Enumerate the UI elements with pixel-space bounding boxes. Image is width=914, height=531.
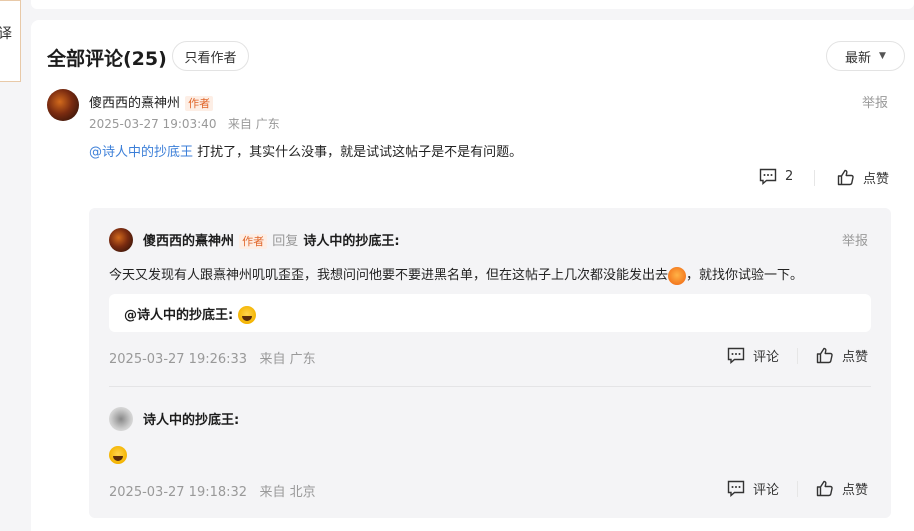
like-label: 点赞 [842, 350, 869, 365]
comment-author[interactable]: 傻西西的熹神州 [89, 96, 180, 111]
reply-author-line: 诗人中的抄底王: [143, 409, 239, 428]
reply-location: 来自 北京 [259, 485, 316, 500]
side-panel-text: 译 [0, 26, 12, 42]
action-divider [797, 481, 798, 497]
reply-divider [109, 386, 871, 387]
thumbs-up-icon [837, 169, 854, 186]
reply-text [109, 444, 127, 464]
like-button[interactable]: 点赞 [816, 346, 868, 365]
comment-label: 评论 [753, 483, 780, 498]
angry-emoji-icon [668, 266, 687, 285]
comment-author-line: 傻西西的熹神州 作者 [89, 92, 214, 111]
reply-body: 今天又发现有人跟熹神州叽叽歪歪，我想问问他要不要进黑名单，但在这帖子上几次都没能… [109, 268, 669, 283]
reply-word: 回复 [272, 234, 299, 249]
comments-title: 全部评论(25) [47, 48, 167, 70]
reply-location: 来自 广东 [259, 352, 316, 367]
reply-time: 2025-03-27 19:26:33 [109, 352, 248, 367]
report-link[interactable]: 举报 [862, 92, 888, 111]
sort-label: 最新 [845, 50, 872, 66]
like-button[interactable]: 点赞 [816, 479, 868, 498]
reply-text: 今天又发现有人跟熹神州叽叽歪歪，我想问问他要不要进黑名单，但在这帖子上几次都没能… [109, 264, 803, 285]
thumbs-up-icon [816, 347, 833, 364]
like-label: 点赞 [842, 483, 869, 498]
comment-meta: 2025-03-27 19:03:40 来自 广东 [89, 115, 280, 132]
reply-author-line: 傻西西的熹神州 作者 回复 诗人中的抄底王: [143, 230, 400, 249]
avatar[interactable] [109, 407, 133, 431]
previous-card [31, 0, 914, 9]
author-only-button[interactable]: 只看作者 [172, 41, 249, 71]
author-badge: 作者 [185, 96, 214, 111]
comment-time: 2025-03-27 19:03:40 [89, 117, 217, 131]
reply-count: 2 [785, 169, 794, 184]
like-button[interactable]: 点赞 [837, 168, 889, 187]
comment-button[interactable]: 评论 [727, 479, 779, 498]
comment-button[interactable]: 评论 [727, 346, 779, 365]
quoted-comment[interactable]: @诗人中的抄底王: [109, 294, 871, 332]
mention-link[interactable]: @诗人中的抄底王 [89, 145, 193, 160]
author-badge: 作者 [239, 234, 268, 249]
action-divider [814, 170, 815, 186]
comment-location: 来自 广东 [227, 117, 280, 131]
reply-target[interactable]: 诗人中的抄底王: [303, 234, 399, 249]
crying-emoji-icon [109, 445, 127, 464]
quote-mention: @诗人中的抄底王: [124, 308, 234, 323]
reply-time: 2025-03-27 19:18:32 [109, 485, 248, 500]
avatar[interactable] [109, 228, 133, 252]
reply-author[interactable]: 傻西西的熹神州 [143, 234, 234, 249]
comment-icon [759, 168, 777, 185]
sort-dropdown[interactable]: 最新 ▼ [826, 41, 905, 71]
reply-author[interactable]: 诗人中的抄底王: [143, 413, 239, 428]
comments-section: 全部评论(25) 只看作者 最新 ▼ 傻西西的熹神州 作者 2025-03-27… [31, 20, 914, 531]
reply-body-end: ，就找你试验一下。 [686, 268, 804, 283]
chevron-down-icon: ▼ [879, 51, 886, 61]
like-label: 点赞 [863, 172, 890, 187]
thumbs-up-icon [816, 480, 833, 497]
avatar[interactable] [47, 89, 79, 121]
comment-icon [727, 347, 745, 364]
comment-text: @诗人中的抄底王 打扰了，其实什么没事，就是试试这帖子是不是有问题。 [89, 141, 522, 160]
comment-label: 评论 [753, 350, 780, 365]
reply-meta: 2025-03-27 19:18:32 来自 北京 [109, 481, 316, 500]
side-panel-edge: 译 [0, 0, 21, 82]
quote-line: @诗人中的抄底王: [124, 304, 257, 324]
comment-body: 打扰了，其实什么没事，就是试试这帖子是不是有问题。 [193, 145, 523, 160]
replies-panel: 傻西西的熹神州 作者 回复 诗人中的抄底王: 举报 今天又发现有人跟熹神州叽叽歪… [89, 208, 891, 518]
reply-count-button[interactable]: 2 [759, 168, 793, 185]
reply-meta: 2025-03-27 19:26:33 来自 广东 [109, 348, 316, 367]
report-link[interactable]: 举报 [842, 230, 868, 249]
crying-emoji-icon [238, 305, 257, 324]
comment-icon [727, 480, 745, 497]
action-divider [797, 348, 798, 364]
